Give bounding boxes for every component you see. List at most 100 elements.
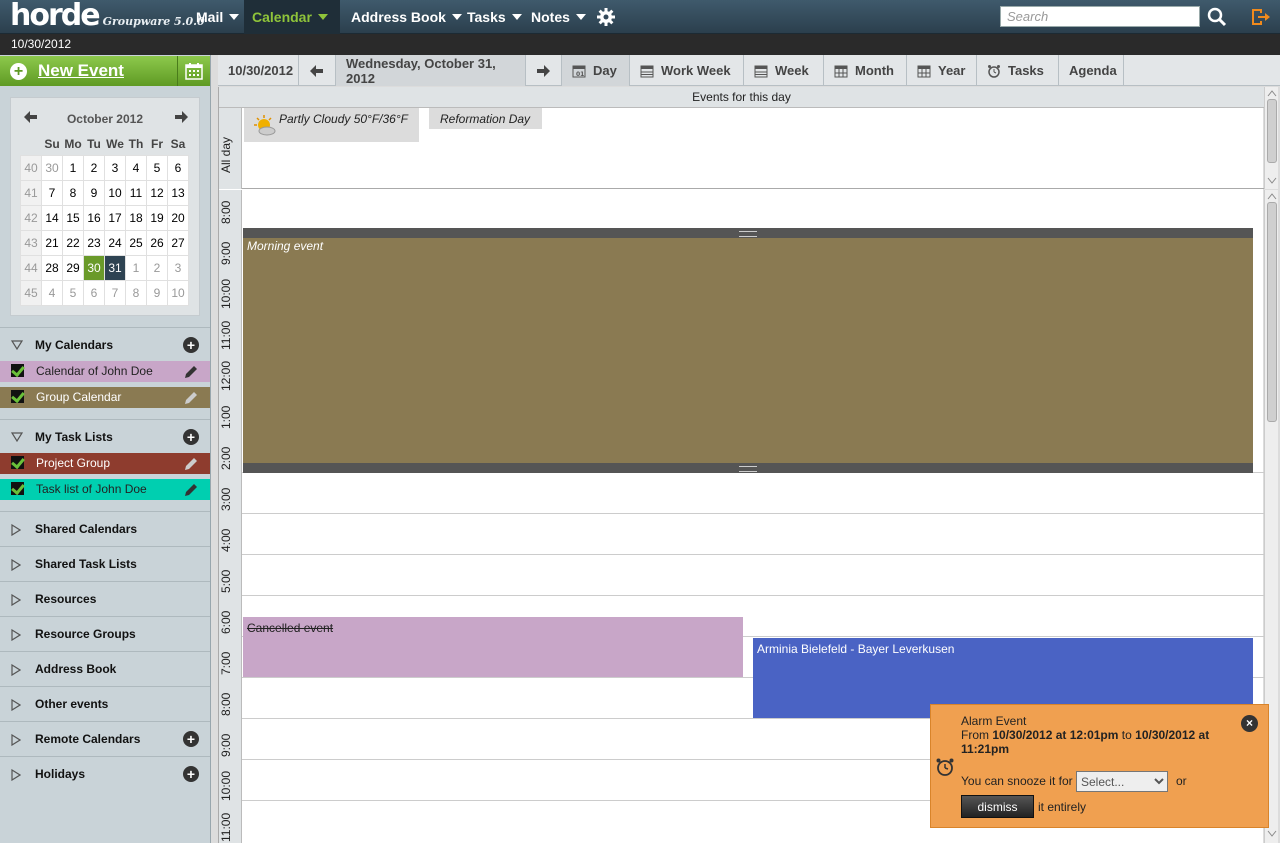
calendar-day[interactable]: 7 (104, 279, 126, 306)
calendar-day[interactable]: 12 (146, 179, 168, 206)
horde-logo[interactable]: horde Groupware 5.0.0 (10, 1, 205, 33)
close-icon[interactable]: × (1241, 715, 1258, 732)
calendar-day[interactable]: 9 (83, 179, 105, 206)
menu-calendar[interactable]: Calendar (244, 0, 340, 34)
calendar-day[interactable]: 30 (41, 154, 63, 181)
next-month-arrow-icon[interactable] (174, 111, 188, 123)
search-input[interactable]: Search (1000, 6, 1200, 27)
calendar-day[interactable]: 6 (167, 154, 189, 181)
calendar-day[interactable]: 1 (62, 154, 84, 181)
calendar-day[interactable]: 5 (146, 154, 168, 181)
calendar-day[interactable]: 10 (104, 179, 126, 206)
calendar-picker-icon[interactable] (185, 62, 203, 80)
calendar-item-john-doe[interactable]: Calendar of John Doe (0, 361, 210, 382)
menu-mail[interactable]: Mail (188, 0, 247, 34)
calendar-day[interactable]: 19 (146, 204, 168, 231)
event-morning[interactable]: Morning event (243, 228, 1253, 473)
calendar-day[interactable]: 15 (62, 204, 84, 231)
tab-tasks[interactable]: Tasks (977, 55, 1059, 86)
calendar-day[interactable]: 24 (104, 229, 126, 256)
all-day-row[interactable]: All day Partly Cloudy 50°F/36°F Reformat… (219, 108, 1264, 189)
search-icon[interactable] (1206, 6, 1228, 28)
add-remote-calendar-icon[interactable]: + (183, 731, 199, 747)
resize-handle-bottom[interactable] (243, 463, 1253, 473)
week-number[interactable]: 42 (20, 204, 42, 231)
scroll-thumb[interactable] (1267, 99, 1277, 163)
add-calendar-icon[interactable]: + (183, 337, 199, 353)
calendar-day[interactable]: 25 (125, 229, 147, 256)
calendar-day[interactable]: 21 (41, 229, 63, 256)
checkbox-checked-icon[interactable] (11, 364, 24, 377)
calendar-day[interactable]: 22 (62, 229, 84, 256)
previous-day-button[interactable] (300, 55, 336, 86)
calendar-day[interactable]: 10 (167, 279, 189, 306)
scroll-down-icon[interactable] (1267, 830, 1277, 838)
section-shared-calendars[interactable]: Shared Calendars (0, 511, 210, 545)
section-shared-task-lists[interactable]: Shared Task Lists (0, 546, 210, 580)
menu-tasks[interactable]: Tasks (459, 0, 530, 34)
calendar-day[interactable]: 29 (62, 254, 84, 281)
pencil-icon[interactable] (182, 481, 200, 499)
tab-work-week[interactable]: Work Week (630, 55, 744, 86)
logout-icon[interactable] (1249, 6, 1271, 28)
section-my-task-lists[interactable]: My Task Lists + (0, 419, 210, 453)
resize-handle-top[interactable] (243, 228, 1253, 238)
event-cancelled[interactable]: Cancelled event (243, 617, 743, 677)
tab-year[interactable]: Year (907, 55, 977, 86)
pencil-icon[interactable] (182, 455, 200, 473)
calendar-day[interactable]: 17 (104, 204, 126, 231)
calendar-day[interactable]: 3 (104, 154, 126, 181)
section-resources[interactable]: Resources (0, 581, 210, 615)
week-number[interactable]: 41 (20, 179, 42, 206)
calendar-day[interactable]: 6 (83, 279, 105, 306)
calendar-day[interactable]: 2 (146, 254, 168, 281)
calendar-day[interactable]: 7 (41, 179, 63, 206)
calendar-day[interactable]: 28 (41, 254, 63, 281)
calendar-day[interactable]: 4 (41, 279, 63, 306)
calendar-day[interactable]: 8 (125, 279, 147, 306)
calendar-day[interactable]: 2 (83, 154, 105, 181)
calendar-day[interactable]: 4 (125, 154, 147, 181)
calendar-day[interactable]: 16 (83, 204, 105, 231)
menu-notes[interactable]: Notes (523, 0, 594, 34)
section-my-calendars[interactable]: My Calendars + (0, 327, 210, 361)
new-event-button[interactable]: + New Event (0, 56, 210, 86)
week-number[interactable]: 45 (20, 279, 42, 306)
calendar-day[interactable]: 11 (125, 179, 147, 206)
calendar-day[interactable]: 27 (167, 229, 189, 256)
section-address-book[interactable]: Address Book (0, 651, 210, 685)
add-holidays-icon[interactable]: + (183, 766, 199, 782)
calendar-day[interactable]: 3 (167, 254, 189, 281)
tab-month[interactable]: Month (824, 55, 907, 86)
task-list-item-project-group[interactable]: Project Group (0, 453, 210, 474)
goto-today-button[interactable]: 10/30/2012 (218, 55, 299, 86)
scroll-down-icon[interactable] (1267, 177, 1277, 185)
calendar-day[interactable]: 1 (125, 254, 147, 281)
add-task-list-icon[interactable]: + (183, 429, 199, 445)
week-number[interactable]: 43 (20, 229, 42, 256)
checkbox-checked-icon[interactable] (11, 390, 24, 403)
calendar-day-today[interactable]: 30 (83, 254, 105, 281)
calendar-day[interactable]: 8 (62, 179, 84, 206)
checkbox-checked-icon[interactable] (11, 456, 24, 469)
calendar-day-selected[interactable]: 31 (104, 254, 126, 281)
calendar-item-group[interactable]: Group Calendar (0, 387, 210, 408)
tab-agenda[interactable]: Agenda (1059, 55, 1124, 86)
calendar-day[interactable]: 18 (125, 204, 147, 231)
calendar-day[interactable]: 20 (167, 204, 189, 231)
section-resource-groups[interactable]: Resource Groups (0, 616, 210, 650)
pencil-icon[interactable] (182, 363, 200, 381)
calendar-day[interactable]: 14 (41, 204, 63, 231)
all-day-scrollbar[interactable] (1264, 87, 1278, 189)
week-number[interactable]: 44 (20, 254, 42, 281)
task-list-item-john-doe[interactable]: Task list of John Doe (0, 479, 210, 500)
scroll-up-icon[interactable] (1267, 192, 1277, 200)
holiday-event[interactable]: Reformation Day (429, 108, 542, 129)
dismiss-button[interactable]: dismiss (961, 795, 1034, 818)
calendar-day[interactable]: 23 (83, 229, 105, 256)
calendar-day[interactable]: 9 (146, 279, 168, 306)
calendar-day[interactable]: 13 (167, 179, 189, 206)
calendar-day[interactable]: 26 (146, 229, 168, 256)
section-remote-calendars[interactable]: Remote Calendars + (0, 721, 210, 755)
next-day-button[interactable] (526, 55, 562, 86)
